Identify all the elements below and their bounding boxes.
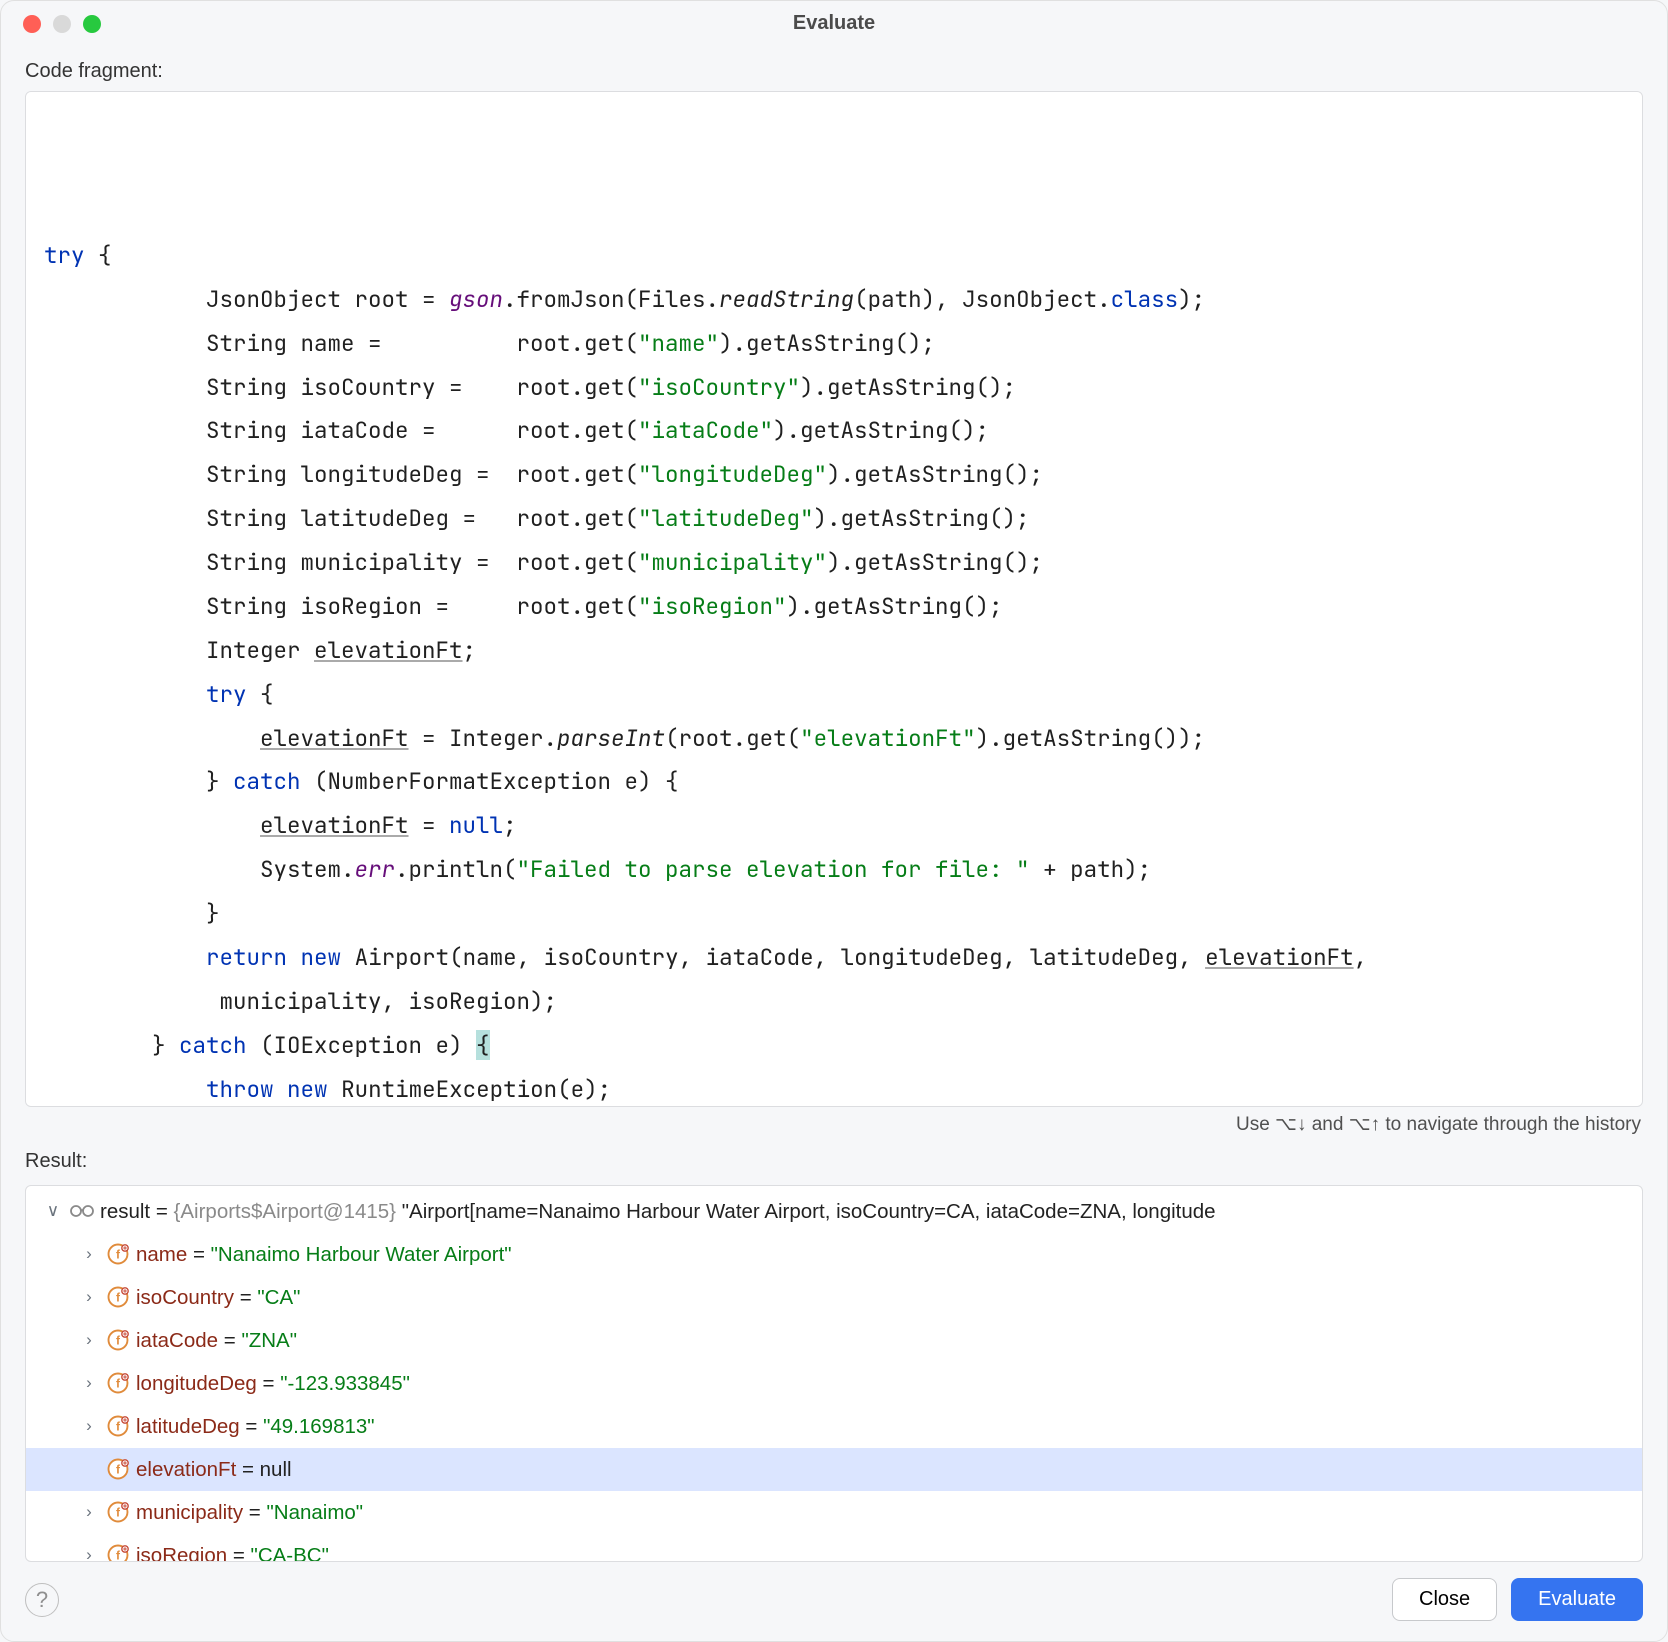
chevron-down-icon[interactable]: ∨: [42, 1194, 64, 1228]
field-icon: f: [104, 1458, 132, 1480]
field-name: name: [136, 1234, 187, 1275]
chevron-right-icon[interactable]: ›: [78, 1280, 100, 1314]
field-value: "-123.933845": [280, 1363, 410, 1404]
history-hint: Use ⌥↓ and ⌥↑ to navigate through the hi…: [1, 1107, 1667, 1136]
field-value: "Nanaimo": [266, 1492, 363, 1533]
window-title: Evaluate: [1, 12, 1667, 35]
dialog-footer: ? Close Evaluate: [1, 1562, 1667, 1641]
chevron-right-icon[interactable]: ›: [78, 1538, 100, 1562]
chevron-right-icon[interactable]: ›: [78, 1323, 100, 1357]
field-name: iataCode: [136, 1320, 218, 1361]
code-editor[interactable]: try { JsonObject root = gson.fromJson(Fi…: [25, 91, 1643, 1107]
field-value: "CA-BC": [251, 1535, 329, 1562]
field-value: "49.169813": [263, 1406, 374, 1447]
result-field-row[interactable]: › f iataCode = "ZNA": [26, 1319, 1642, 1362]
code-fragment-label: Code fragment:: [1, 46, 1667, 91]
result-field-row[interactable]: › f elevationFt = null: [26, 1448, 1642, 1491]
variable-name: result: [100, 1191, 150, 1232]
close-button[interactable]: Close: [1392, 1578, 1497, 1621]
field-icon: f: [104, 1243, 132, 1265]
field-name: isoCountry: [136, 1277, 234, 1318]
field-value: "ZNA": [241, 1320, 297, 1361]
field-name: isoRegion: [136, 1535, 227, 1562]
result-label: Result:: [1, 1136, 1667, 1181]
help-icon[interactable]: ?: [25, 1583, 59, 1617]
result-field-row[interactable]: › f municipality = "Nanaimo": [26, 1491, 1642, 1534]
glasses-icon: [68, 1200, 96, 1222]
type-hint: {Airports$Airport@1415}: [174, 1191, 397, 1232]
field-icon: f: [104, 1329, 132, 1351]
result-field-row[interactable]: › f latitudeDeg = "49.169813": [26, 1405, 1642, 1448]
expand-editor-icon[interactable]: [1610, 100, 1632, 122]
titlebar: Evaluate: [1, 1, 1667, 46]
field-name: latitudeDeg: [136, 1406, 240, 1447]
chevron-right-icon[interactable]: ›: [78, 1366, 100, 1400]
field-value: "Nanaimo Harbour Water Airport": [211, 1234, 512, 1275]
evaluate-button[interactable]: Evaluate: [1511, 1578, 1643, 1621]
field-icon: f: [104, 1415, 132, 1437]
field-name: municipality: [136, 1492, 243, 1533]
field-icon: f: [104, 1286, 132, 1308]
evaluate-dialog: Evaluate Code fragment: try { JsonObject…: [0, 0, 1668, 1642]
result-tree[interactable]: ∨ result = {Airports$Airport@1415} "Airp…: [25, 1185, 1643, 1562]
result-field-row[interactable]: › f name = "Nanaimo Harbour Water Airpor…: [26, 1233, 1642, 1276]
result-root-row[interactable]: ∨ result = {Airports$Airport@1415} "Airp…: [26, 1190, 1642, 1233]
field-value: null: [260, 1449, 292, 1490]
chevron-right-icon[interactable]: ›: [78, 1237, 100, 1271]
field-value: "CA": [257, 1277, 300, 1318]
field-name: longitudeDeg: [136, 1363, 257, 1404]
field-icon: f: [104, 1544, 132, 1562]
field-icon: f: [104, 1372, 132, 1394]
chevron-right-icon[interactable]: ›: [78, 1495, 100, 1529]
result-field-row[interactable]: › f longitudeDeg = "-123.933845": [26, 1362, 1642, 1405]
result-field-row[interactable]: › f isoCountry = "CA": [26, 1276, 1642, 1319]
field-icon: f: [104, 1501, 132, 1523]
footer-buttons: Close Evaluate: [1392, 1578, 1643, 1621]
field-name: elevationFt: [136, 1449, 236, 1490]
result-field-row[interactable]: › f isoRegion = "CA-BC": [26, 1534, 1642, 1562]
to-string: "Airport[name=Nanaimo Harbour Water Airp…: [402, 1191, 1216, 1232]
chevron-right-icon[interactable]: ›: [78, 1409, 100, 1443]
